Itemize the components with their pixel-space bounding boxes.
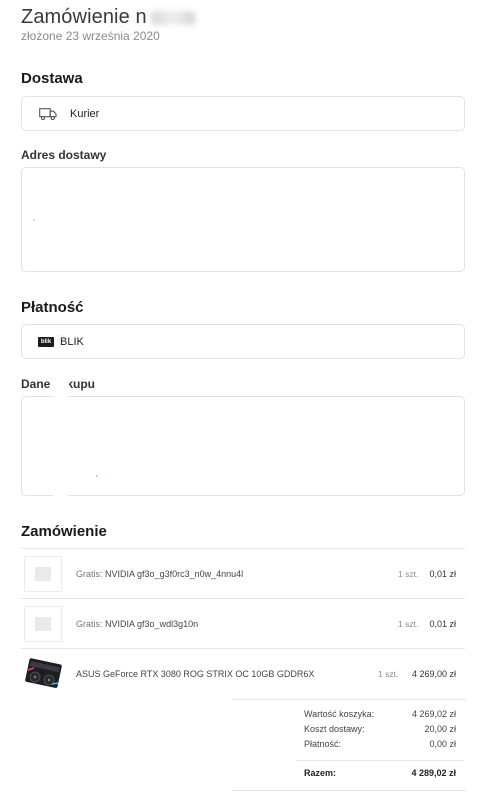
item-title: NVIDIA gf3o_g3f0rc3_n0w_4nnu4l: [105, 568, 244, 579]
page-title-text: Zamówienie n: [21, 6, 147, 28]
item-price: 0,01 zł: [429, 568, 456, 579]
shipping-label: Koszt dostawy:: [304, 723, 365, 734]
item-price: 4 269,00 zł: [411, 668, 456, 679]
item-quantity: 1 szt.: [378, 668, 399, 679]
delivery-method-label: Kurier: [70, 107, 100, 120]
redacted-purchase-column: [53, 396, 69, 496]
redacted-order-number: [150, 10, 195, 25]
summary-cart-value-row: Wartość koszyka: 4 269,02 zł: [304, 706, 456, 721]
item-quantity: 1 szt.: [398, 568, 419, 579]
order-item-row[interactable]: ASUS GeForce RTX 3080 ROG STRIX OC 10GB …: [21, 648, 465, 698]
summary-divider-bottom: [232, 790, 466, 791]
payment-method-label: BLIK: [60, 335, 84, 348]
blik-logo-icon: blik: [38, 336, 54, 347]
shipping-value: 20,00 zł: [424, 723, 456, 734]
delivery-address-card: [21, 167, 465, 272]
total-label: Razem:: [304, 768, 337, 778]
item-name: Gratis: NVIDIA gf3o_g3f0rc3_n0w_4nnu4l: [76, 569, 243, 579]
item-title: ASUS GeForce RTX 3080 ROG STRIX OC 10GB …: [76, 668, 315, 679]
order-item-row[interactable]: Gratis: NVIDIA gf3o_wdl3g10n 1 szt. 0,01…: [21, 598, 465, 648]
payment-method-card[interactable]: blik BLIK: [21, 324, 465, 359]
graphics-card-image-icon: [25, 657, 62, 688]
item-prefix: Gratis:: [76, 618, 103, 629]
item-name: ASUS GeForce RTX 3080 ROG STRIX OC 10GB …: [76, 669, 314, 679]
delivery-address-label: Adres dostawy: [21, 148, 107, 162]
summary-divider-top: [232, 699, 466, 700]
delivery-section-title: Dostawa: [21, 70, 83, 87]
item-quantity: 1 szt.: [398, 618, 419, 629]
cart-value-label: Wartość koszyka:: [304, 708, 375, 719]
order-date: złożone 23 września 2020: [21, 29, 160, 43]
image-placeholder-icon: [35, 616, 51, 631]
total-value: 4 289,02 zł: [411, 768, 456, 778]
purchase-data-card: [21, 396, 465, 496]
item-name: Gratis: NVIDIA gf3o_wdl3g10n: [76, 619, 198, 629]
item-title: NVIDIA gf3o_wdl3g10n: [105, 618, 199, 629]
page-title: Zamówienie n: [21, 6, 195, 29]
payment-fee-value: 0,00 zł: [429, 738, 456, 749]
product-thumbnail: [24, 605, 62, 642]
order-items-list: Gratis: NVIDIA gf3o_g3f0rc3_n0w_4nnu4l 1…: [21, 548, 465, 698]
order-item-row[interactable]: Gratis: NVIDIA gf3o_g3f0rc3_n0w_4nnu4l 1…: [21, 548, 465, 598]
payment-fee-label: Płatność:: [304, 738, 342, 749]
redacted-address-mark: [33, 219, 35, 221]
order-section-title: Zamówienie: [21, 523, 107, 540]
summary-total-row: Razem: 4 289,02 zł: [304, 768, 456, 778]
cart-value: 4 269,02 zł: [411, 708, 456, 719]
truck-icon: [38, 107, 58, 121]
summary-payment-row: Płatność: 0,00 zł: [304, 736, 456, 751]
delivery-method-card[interactable]: Kurier: [21, 96, 465, 131]
redacted-data-mark: [96, 475, 98, 477]
summary-shipping-row: Koszt dostawy: 20,00 zł: [304, 721, 456, 736]
product-thumbnail: [24, 655, 62, 692]
item-prefix: Gratis:: [76, 568, 103, 579]
product-thumbnail: [24, 555, 62, 592]
payment-section-title: Płatność: [21, 299, 84, 316]
order-summary: Wartość koszyka: 4 269,02 zł Koszt dosta…: [296, 706, 464, 778]
summary-divider: [296, 760, 464, 761]
image-placeholder-icon: [35, 566, 51, 581]
order-details-page: Zamówienie n złożone 23 września 2020 Do…: [0, 0, 480, 800]
item-price: 0,01 zł: [429, 618, 456, 629]
